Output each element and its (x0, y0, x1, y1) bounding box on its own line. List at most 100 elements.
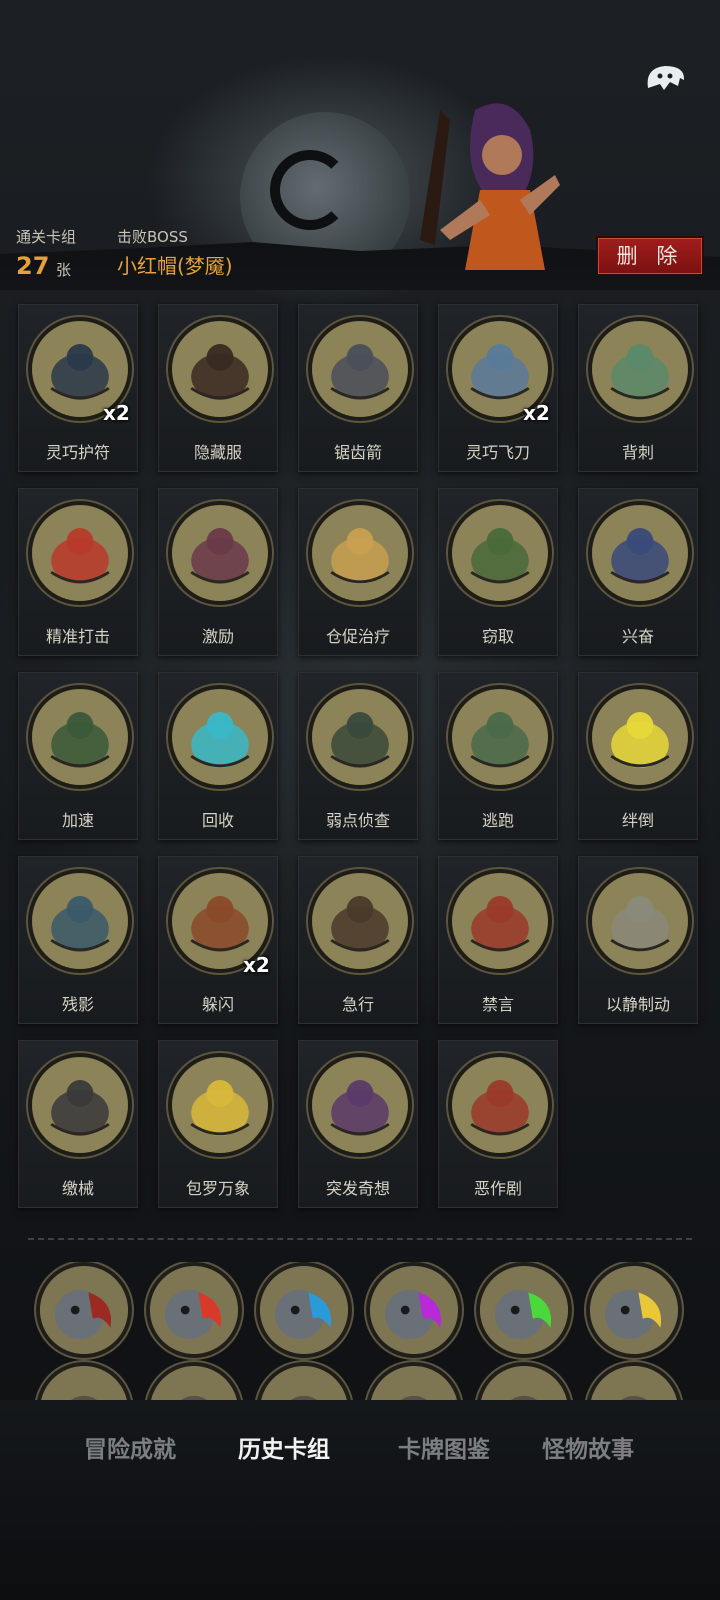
tab-monster-stories[interactable]: 怪物故事 (542, 1430, 634, 1464)
portrait-second-row[interactable] (256, 1362, 352, 1402)
card-label: 灵巧飞刀 (465, 443, 530, 462)
hooded-figure-icon[interactable] (36, 1262, 132, 1358)
card-label: 回收 (201, 811, 234, 830)
monster-green-icon[interactable] (476, 1262, 572, 1358)
prank-icon (448, 1053, 552, 1157)
card-8[interactable]: 仓促治疗 (298, 488, 418, 656)
portrait-second-row[interactable] (36, 1362, 132, 1402)
wolf-icon (308, 685, 412, 789)
portrait-second-row[interactable] (586, 1362, 682, 1402)
card-label: 突发奇想 (325, 1179, 390, 1198)
disarm-icon (28, 1053, 132, 1157)
boss-label: 击败BOSS (117, 228, 188, 246)
boss-name: 小红帽(梦魇) (117, 254, 233, 278)
hammer-icon (168, 501, 272, 605)
card-label: 躲闪 (201, 995, 234, 1014)
card-label: 灵巧护符 (45, 443, 110, 462)
witch-icon (28, 685, 132, 789)
portrait-row (0, 1262, 720, 1402)
monster-yellow-icon[interactable] (586, 1262, 682, 1358)
header: 通关卡组 27 张 击败BOSS 小红帽(梦魇) 删 除 (0, 0, 720, 290)
card-label: 背刺 (621, 443, 654, 462)
card-22[interactable]: 包罗万象 (158, 1040, 278, 1208)
portrait-second-row[interactable] (366, 1362, 462, 1402)
card-5[interactable]: 背刺 (578, 304, 698, 472)
bandage-icon (308, 501, 412, 605)
card-count-badge: x2 (243, 953, 270, 977)
tab-adventure-achievements[interactable]: 冒险成就 (84, 1430, 176, 1464)
monster-red-icon[interactable] (146, 1262, 242, 1358)
card-11[interactable]: 加速 (18, 672, 138, 840)
spiral-hill-art (270, 150, 350, 230)
card-4[interactable]: 灵巧飞刀 x2 (438, 304, 558, 472)
card-14[interactable]: 逃跑 (438, 672, 558, 840)
card-label: 以静制动 (605, 995, 670, 1014)
afterimage-icon (28, 869, 132, 973)
card-label: 兴奋 (621, 627, 654, 646)
card-label: 激励 (201, 627, 234, 646)
card-21[interactable]: 缴械 (18, 1040, 138, 1208)
card-10[interactable]: 兴奋 (578, 488, 698, 656)
delete-button[interactable]: 删 除 (596, 236, 704, 276)
ghost-icon[interactable] (640, 58, 690, 98)
tab-history-decks[interactable]: 历史卡组 (238, 1430, 330, 1464)
card-label: 恶作剧 (473, 1179, 522, 1198)
monster-blue-icon[interactable] (256, 1262, 352, 1358)
card-label: 残影 (61, 995, 94, 1014)
divider (28, 1238, 692, 1240)
card-13[interactable]: 弱点侦查 (298, 672, 418, 840)
runner-icon (448, 685, 552, 789)
trip-icon (588, 685, 692, 789)
idea-icon (308, 1053, 412, 1157)
card-label: 锯齿箭 (333, 443, 382, 462)
hooded-cloak-icon (168, 317, 272, 421)
card-18[interactable]: 急行 (298, 856, 418, 1024)
tab-card-collection[interactable]: 卡牌图鉴 (398, 1430, 490, 1464)
dwarf-icon (588, 501, 692, 605)
target-icon (28, 501, 132, 605)
card-label: 窃取 (481, 627, 514, 646)
deck-unit: 张 (56, 261, 72, 279)
card-7[interactable]: 激励 (158, 488, 278, 656)
bottom-tab-bar: 冒险成就 历史卡组 卡牌图鉴 怪物故事 (0, 1400, 720, 1600)
card-label: 禁言 (481, 995, 514, 1014)
card-16[interactable]: 残影 (18, 856, 138, 1024)
card-6[interactable]: 精准打击 (18, 488, 138, 656)
card-label: 绊倒 (621, 811, 654, 830)
card-label: 包罗万象 (185, 1179, 250, 1198)
card-label: 仓促治疗 (325, 627, 390, 646)
red-hood-icon (448, 869, 552, 973)
card-1[interactable]: 灵巧护符 x2 (18, 304, 138, 472)
card-label: 逃跑 (481, 811, 514, 830)
card-19[interactable]: 禁言 (438, 856, 558, 1024)
monster-purple-icon[interactable] (366, 1262, 462, 1358)
card-label: 缴械 (61, 1179, 94, 1198)
card-23[interactable]: 突发奇想 (298, 1040, 418, 1208)
backstab-icon (588, 317, 692, 421)
card-2[interactable]: 隐藏服 (158, 304, 278, 472)
card-24[interactable]: 恶作剧 (438, 1040, 558, 1208)
card-label: 隐藏服 (193, 443, 242, 462)
card-label: 加速 (61, 811, 94, 830)
chessboard-icon (168, 1053, 272, 1157)
deck-label: 通关卡组 (16, 228, 77, 246)
goblin-icon (448, 501, 552, 605)
boss-portrait-art (420, 103, 560, 270)
portrait-second-row[interactable] (146, 1362, 242, 1402)
portrait-second-row[interactable] (476, 1362, 572, 1402)
card-15[interactable]: 绊倒 (578, 672, 698, 840)
card-label: 精准打击 (45, 627, 110, 646)
serrated-arrow-icon (308, 317, 412, 421)
card-label: 弱点侦查 (325, 811, 390, 830)
card-12[interactable]: 回收 (158, 672, 278, 840)
card-3[interactable]: 锯齿箭 (298, 304, 418, 472)
card-20[interactable]: 以静制动 (578, 856, 698, 1024)
deck-count: 27 (16, 252, 50, 280)
card-count-badge: x2 (523, 401, 550, 425)
card-count-badge: x2 (103, 401, 130, 425)
card-17[interactable]: 躲闪 x2 (158, 856, 278, 1024)
card-9[interactable]: 窃取 (438, 488, 558, 656)
skull-icon (588, 869, 692, 973)
dash-icon (308, 869, 412, 973)
card-label: 急行 (341, 995, 374, 1014)
